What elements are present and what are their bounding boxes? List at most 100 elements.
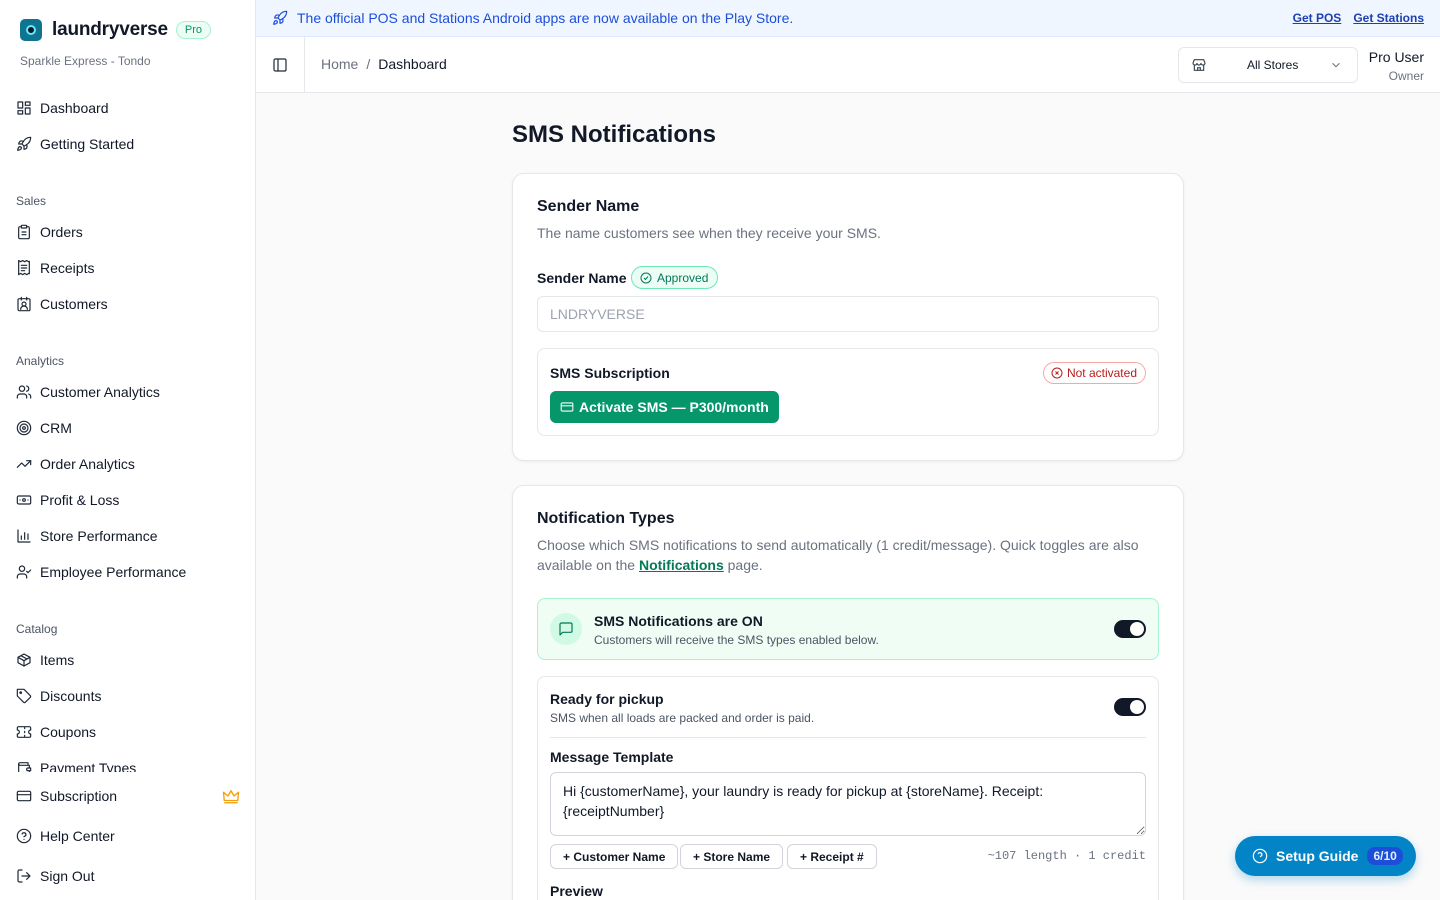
sidebar: laundryverse Pro Sparkle Express - Tondo… — [0, 0, 256, 900]
credit-card-icon — [16, 790, 32, 802]
sms-subscription-title: SMS Subscription — [550, 365, 670, 381]
get-stations-link[interactable]: Get Stations — [1353, 11, 1424, 25]
sidebar-item-payment-types[interactable]: Payment Types — [16, 758, 136, 772]
banner-message: The official POS and Stations Android ap… — [297, 10, 794, 26]
sidebar-item-employee-performance[interactable]: Employee Performance — [16, 562, 186, 582]
announcement-banner: The official POS and Stations Android ap… — [256, 0, 1440, 37]
divider — [550, 737, 1146, 738]
sidebar-item-label: CRM — [40, 420, 72, 436]
sidebar-item-coupons[interactable]: Coupons — [16, 722, 96, 742]
insert-store-name-button[interactable]: + Store Name — [680, 844, 784, 869]
help-circle-icon — [1252, 848, 1268, 864]
breadcrumb-separator: / — [366, 56, 371, 72]
section-label-catalog: Catalog — [16, 622, 58, 636]
sidebar-item-label: Getting Started — [40, 136, 135, 152]
insert-receipt-number-button[interactable]: + Receipt # — [787, 844, 877, 869]
activate-sms-button[interactable]: Activate SMS — P300/month — [550, 391, 779, 423]
sidebar-item-crm[interactable]: CRM — [16, 418, 72, 438]
sidebar-item-dashboard[interactable]: Dashboard — [16, 98, 109, 118]
insert-customer-name-button[interactable]: + Customer Name — [550, 844, 679, 869]
section-label-sales: Sales — [16, 194, 47, 208]
sidebar-item-label: Coupons — [40, 724, 97, 740]
notification-types-card: Notification Types Choose which SMS noti… — [512, 485, 1184, 900]
plan-badge: Pro — [175, 21, 212, 39]
log-out-icon — [17, 869, 31, 883]
sidebar-item-label: Items — [40, 652, 75, 668]
credit-card-icon — [560, 402, 574, 412]
trending-up-icon — [16, 460, 32, 468]
breadcrumb: Home / Dashboard — [321, 56, 447, 72]
sidebar-item-label: Store Performance — [40, 528, 158, 544]
bar-chart-icon — [17, 529, 31, 543]
sms-master-subtitle: Customers will receive the SMS types ena… — [594, 633, 879, 647]
sidebar-item-label: Orders — [40, 224, 83, 240]
sidebar-item-receipts[interactable]: Receipts — [16, 258, 94, 278]
setup-guide-progress: 6/10 — [1367, 847, 1403, 865]
preview-label: Preview — [550, 883, 603, 899]
contact-icon — [17, 296, 31, 312]
sidebar-item-store-performance[interactable]: Store Performance — [16, 526, 158, 546]
user-role: Owner — [1388, 69, 1424, 83]
message-length-info: ~107 length · 1 credit — [987, 849, 1146, 863]
clipboard-icon — [18, 224, 30, 240]
pickup-title: Ready for pickup — [550, 691, 664, 707]
sidebar-item-sign-out[interactable]: Sign Out — [16, 866, 94, 886]
sender-card-heading: Sender Name — [537, 198, 640, 215]
current-store-name: Sparkle Express - Tondo — [20, 54, 151, 68]
help-circle-icon — [16, 828, 32, 844]
user-check-icon — [16, 565, 32, 579]
sidebar-item-label: Sign Out — [40, 868, 95, 884]
package-icon — [17, 653, 31, 667]
sidebar-item-profit-loss[interactable]: Profit & Loss — [16, 490, 119, 510]
message-square-icon — [550, 613, 582, 645]
rocket-icon — [273, 10, 288, 25]
sidebar-item-label: Employee Performance — [40, 564, 187, 580]
sms-master-title: SMS Notifications are ON — [594, 613, 763, 629]
wallet-icon — [18, 762, 32, 772]
setup-guide-button[interactable]: Setup Guide 6/10 — [1235, 836, 1416, 876]
not-activated-label: Not activated — [1066, 366, 1137, 380]
notifications-page-link[interactable]: Notifications — [639, 557, 724, 573]
sms-subscription-box: SMS Subscription Not activated Activate … — [537, 348, 1159, 436]
sidebar-item-customers[interactable]: Customers — [16, 294, 108, 314]
user-menu[interactable]: Pro User Owner — [1369, 49, 1424, 83]
store-selector[interactable]: All Stores — [1178, 47, 1358, 83]
message-template-textarea[interactable]: Hi {customerName}, your laundry is ready… — [550, 772, 1146, 836]
sidebar-item-getting-started[interactable]: Getting Started — [16, 134, 134, 154]
crown-icon — [222, 788, 240, 809]
sidebar-item-discounts[interactable]: Discounts — [16, 686, 101, 706]
sidebar-item-label: Dashboard — [40, 100, 109, 116]
breadcrumb-home[interactable]: Home — [321, 56, 358, 72]
sidebar-item-help-center[interactable]: Help Center — [16, 826, 115, 846]
setup-guide-label: Setup Guide — [1276, 848, 1359, 864]
sender-card-description: The name customers see when they receive… — [537, 225, 881, 241]
sidebar-item-label: Customer Analytics — [40, 384, 160, 400]
sms-master-switch[interactable] — [1114, 620, 1146, 638]
sidebar-item-customer-analytics[interactable]: Customer Analytics — [16, 382, 160, 402]
sidebar-item-subscription[interactable]: Subscription — [16, 786, 117, 806]
sidebar-item-order-analytics[interactable]: Order Analytics — [16, 454, 135, 474]
sender-name-input[interactable] — [537, 296, 1159, 332]
ready-for-pickup-box: Ready for pickup SMS when all loads are … — [537, 676, 1159, 900]
page-title: SMS Notifications — [512, 121, 717, 148]
notification-types-heading: Notification Types — [537, 510, 675, 527]
brand-name: laundryverse — [52, 19, 168, 40]
x-circle-icon — [1051, 367, 1063, 379]
pickup-subtitle: SMS when all loads are packed and order … — [550, 711, 815, 725]
get-pos-link[interactable]: Get POS — [1293, 11, 1342, 25]
section-label-analytics: Analytics — [16, 354, 65, 368]
receipt-icon — [18, 260, 30, 276]
sidebar-item-items[interactable]: Items — [16, 650, 74, 670]
brand[interactable]: laundryverse Pro — [20, 19, 212, 41]
target-icon — [16, 420, 32, 436]
sidebar-toggle-button[interactable] — [256, 37, 305, 93]
banknote-icon — [16, 495, 32, 505]
sidebar-item-label: Customers — [40, 296, 108, 312]
sidebar-item-label: Discounts — [40, 688, 102, 704]
pickup-switch[interactable] — [1114, 698, 1146, 716]
sidebar-item-orders[interactable]: Orders — [16, 222, 83, 242]
not-activated-badge: Not activated — [1042, 362, 1146, 384]
sidebar-item-label: Help Center — [40, 828, 115, 844]
store-selector-value: All Stores — [1247, 58, 1299, 72]
notification-types-description: Choose which SMS notifications to send a… — [537, 537, 1139, 573]
